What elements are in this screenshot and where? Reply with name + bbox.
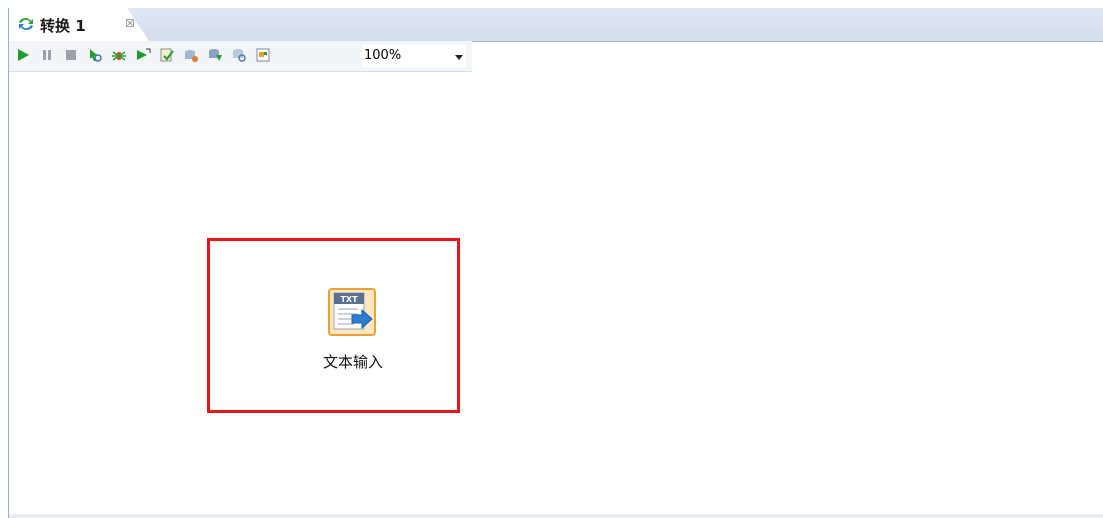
show-results-icon[interactable] [255,47,271,63]
transformation-canvas[interactable]: TXT 文本输入 [9,72,1103,518]
chevron-down-icon[interactable] [455,55,463,60]
transformation-editor: 转换 1 ☒ 100% TXT 文本输入 [8,8,1103,518]
tab-transformation-1[interactable]: 转换 1 ☒ [9,8,149,41]
txt-badge: TXT [340,295,358,304]
stop-icon[interactable] [63,47,79,63]
zoom-value: 100% [364,48,402,63]
sql-icon[interactable] [207,47,223,63]
debug-icon[interactable] [111,47,127,63]
tab-bar: 转换 1 ☒ [9,8,1103,42]
text-file-input-icon[interactable]: TXT [328,288,376,336]
horizontal-scrollbar[interactable] [9,514,1103,518]
tab-title: 转换 1 [40,17,86,35]
verify-icon[interactable] [159,47,175,63]
transform-icon [19,18,33,30]
step-label: 文本输入 [322,353,383,371]
replay-icon[interactable] [135,47,151,63]
toolbar: 100% [9,41,472,72]
pause-icon[interactable] [39,47,55,63]
zoom-select[interactable]: 100% [362,45,466,67]
impact-icon[interactable] [183,47,199,63]
play-icon[interactable] [15,47,31,63]
explore-db-icon[interactable] [231,47,247,63]
preview-icon[interactable] [87,47,103,63]
close-icon[interactable]: ☒ [125,17,135,30]
